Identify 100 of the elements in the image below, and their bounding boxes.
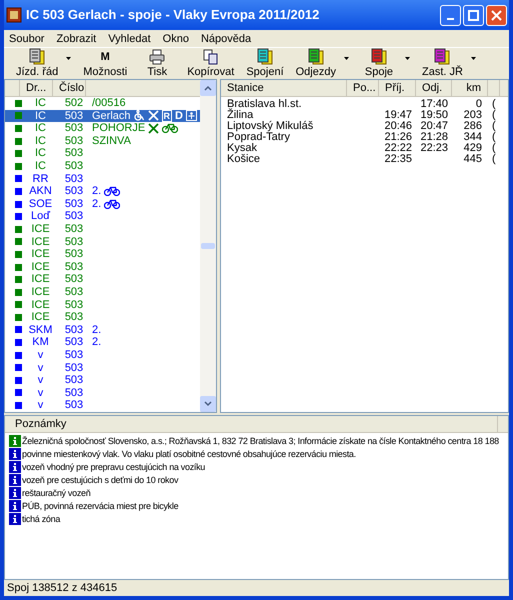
table-cell-text: ( (491, 120, 496, 132)
menu-item[interactable]: Nápověda (200, 31, 252, 48)
departure-cell-text: 19:50 (420, 108, 448, 122)
train-type: SKM (28, 322, 54, 337)
station-cell-text: Žilina (226, 108, 254, 122)
train-number: 503 (64, 108, 84, 123)
train-row[interactable]: ICE 503 (5, 298, 200, 312)
train-row[interactable]: IC 503 POHORJE (5, 122, 200, 135)
train-number: 503 (64, 284, 84, 300)
table-cell-text: ( (491, 109, 496, 122)
table-cell-text: ( (491, 97, 496, 110)
train-row[interactable]: v 503 (5, 399, 200, 412)
train-row[interactable]: v 503 (5, 374, 200, 387)
train-row[interactable]: IC 502 /00516 (5, 97, 200, 110)
note-text: tichá zóna (22, 512, 60, 526)
train-row[interactable]: RR 503 (5, 172, 200, 186)
service-label: 2. (92, 184, 102, 199)
train-type: ICE (30, 298, 51, 312)
train-type: IC (34, 159, 47, 174)
train-number: 503 (64, 360, 84, 375)
close-button[interactable] (486, 4, 507, 26)
toolbar-button[interactable]: Tisk (133, 48, 182, 78)
train-row[interactable]: ICE 503 (5, 273, 200, 286)
scroll-down-icon[interactable] (204, 400, 212, 407)
train-row[interactable]: v 503 (5, 386, 200, 400)
train-number: 503 (64, 209, 84, 224)
train-row[interactable]: IC 503 (5, 160, 200, 173)
train-type: RR (32, 172, 50, 186)
toolbar-button[interactable]: Zast. JŘ (416, 48, 469, 78)
arrival-cell-text: 20:46 (384, 119, 412, 132)
bicycle-icon (162, 123, 178, 134)
train-row[interactable]: ICE 503 (5, 311, 200, 324)
arrival-cell-text: 22:22 (384, 141, 412, 154)
train-number: 503 (64, 121, 84, 136)
train-type: AKN (28, 184, 53, 199)
minimize-icon (447, 18, 454, 20)
train-row[interactable]: IC 503 (5, 147, 200, 160)
station-cell-text: Liptovský Mikuláš (226, 119, 314, 132)
menu-item[interactable]: Okno (162, 31, 189, 48)
scroll-up-icon[interactable] (204, 85, 212, 91)
train-row[interactable]: IC 503 SZINVA (5, 134, 200, 148)
scroll-thumb[interactable] (201, 242, 215, 249)
train-number: 503 (64, 386, 84, 400)
train-type: v (36, 348, 44, 363)
note-text: reštauračný vozeň (22, 486, 90, 500)
train-row[interactable]: v 503 (5, 348, 200, 362)
toolbar-button[interactable]: M Možnosti (77, 48, 134, 78)
train-type: IC (34, 96, 47, 111)
service-label: 2. (92, 196, 102, 212)
train-row[interactable]: IC 503 Gerlach R D (5, 110, 200, 122)
train-row[interactable]: SKM 503 2. (5, 324, 200, 336)
toolbar-button[interactable]: Spojení (240, 48, 290, 78)
menu-item[interactable]: Zobrazit (56, 31, 96, 48)
service-label: 2. (92, 322, 102, 337)
train-row[interactable]: ICE 503 (5, 222, 200, 236)
departure-cell-text: 21:28 (420, 130, 448, 144)
train-row[interactable]: v 503 (5, 361, 200, 374)
menu-item[interactable]: Soubor (9, 31, 44, 48)
scrollbar[interactable] (200, 80, 216, 412)
train-row[interactable]: Loď 503 (5, 210, 200, 223)
train-name: Gerlach (92, 108, 131, 123)
train-type: ICE (30, 247, 51, 262)
toolbar-button[interactable]: Jízd. řád (10, 48, 64, 78)
train-number: 503 (64, 272, 84, 287)
train-number: 503 (64, 373, 84, 388)
train-row[interactable]: ICE 503 (5, 248, 200, 261)
bicycle-icon (104, 186, 120, 196)
train-row[interactable]: ICE 503 (5, 236, 200, 248)
train-row[interactable]: AKN 503 2. (5, 185, 200, 198)
train-type: IC (34, 146, 47, 161)
train-row[interactable]: ICE 503 (5, 286, 200, 298)
toolbar-button[interactable]: Spoje (354, 48, 403, 78)
train-type: ICE (30, 234, 51, 249)
train-row[interactable]: KM 503 2. (5, 336, 200, 349)
toolbar-button[interactable]: Odjezdy (290, 48, 342, 78)
table-cell-text: ( (491, 131, 496, 144)
toolbar-button[interactable]: Kopírovat (181, 48, 240, 78)
document-icon (28, 48, 46, 66)
train-number: 503 (64, 146, 84, 161)
departure-cell-text: 20:47 (420, 119, 448, 132)
arrival-cell-text: 22:35 (384, 152, 412, 168)
train-number: 503 (64, 159, 84, 174)
table-cell-text: ( (491, 153, 496, 168)
window-title: IC 503 Gerlach - spoje - Vlaky Evropa 2011/2012 (26, 6, 320, 24)
menu-item[interactable]: Vyhledat (108, 31, 151, 48)
minimize-button[interactable] (440, 4, 461, 26)
train-number: 503 (64, 322, 84, 337)
train-row[interactable]: ICE 503 (5, 260, 200, 274)
train-type: ICE (30, 260, 51, 274)
note-text: vozeň pre cestujúcich s deťmi do 10 rokov (22, 474, 178, 487)
maximize-button[interactable] (463, 4, 484, 26)
wheelchair-icon (134, 110, 145, 122)
arrival-cell-text: 19:47 (384, 108, 412, 122)
train-row[interactable]: SOE 503 2. (5, 198, 200, 210)
document-icon (370, 48, 388, 66)
arrival-cell-text: 21:26 (384, 130, 412, 144)
train-number: 503 (64, 247, 84, 262)
train-type: IC (34, 134, 47, 148)
train-type: KM (31, 335, 50, 350)
train-number: 503 (64, 348, 84, 363)
